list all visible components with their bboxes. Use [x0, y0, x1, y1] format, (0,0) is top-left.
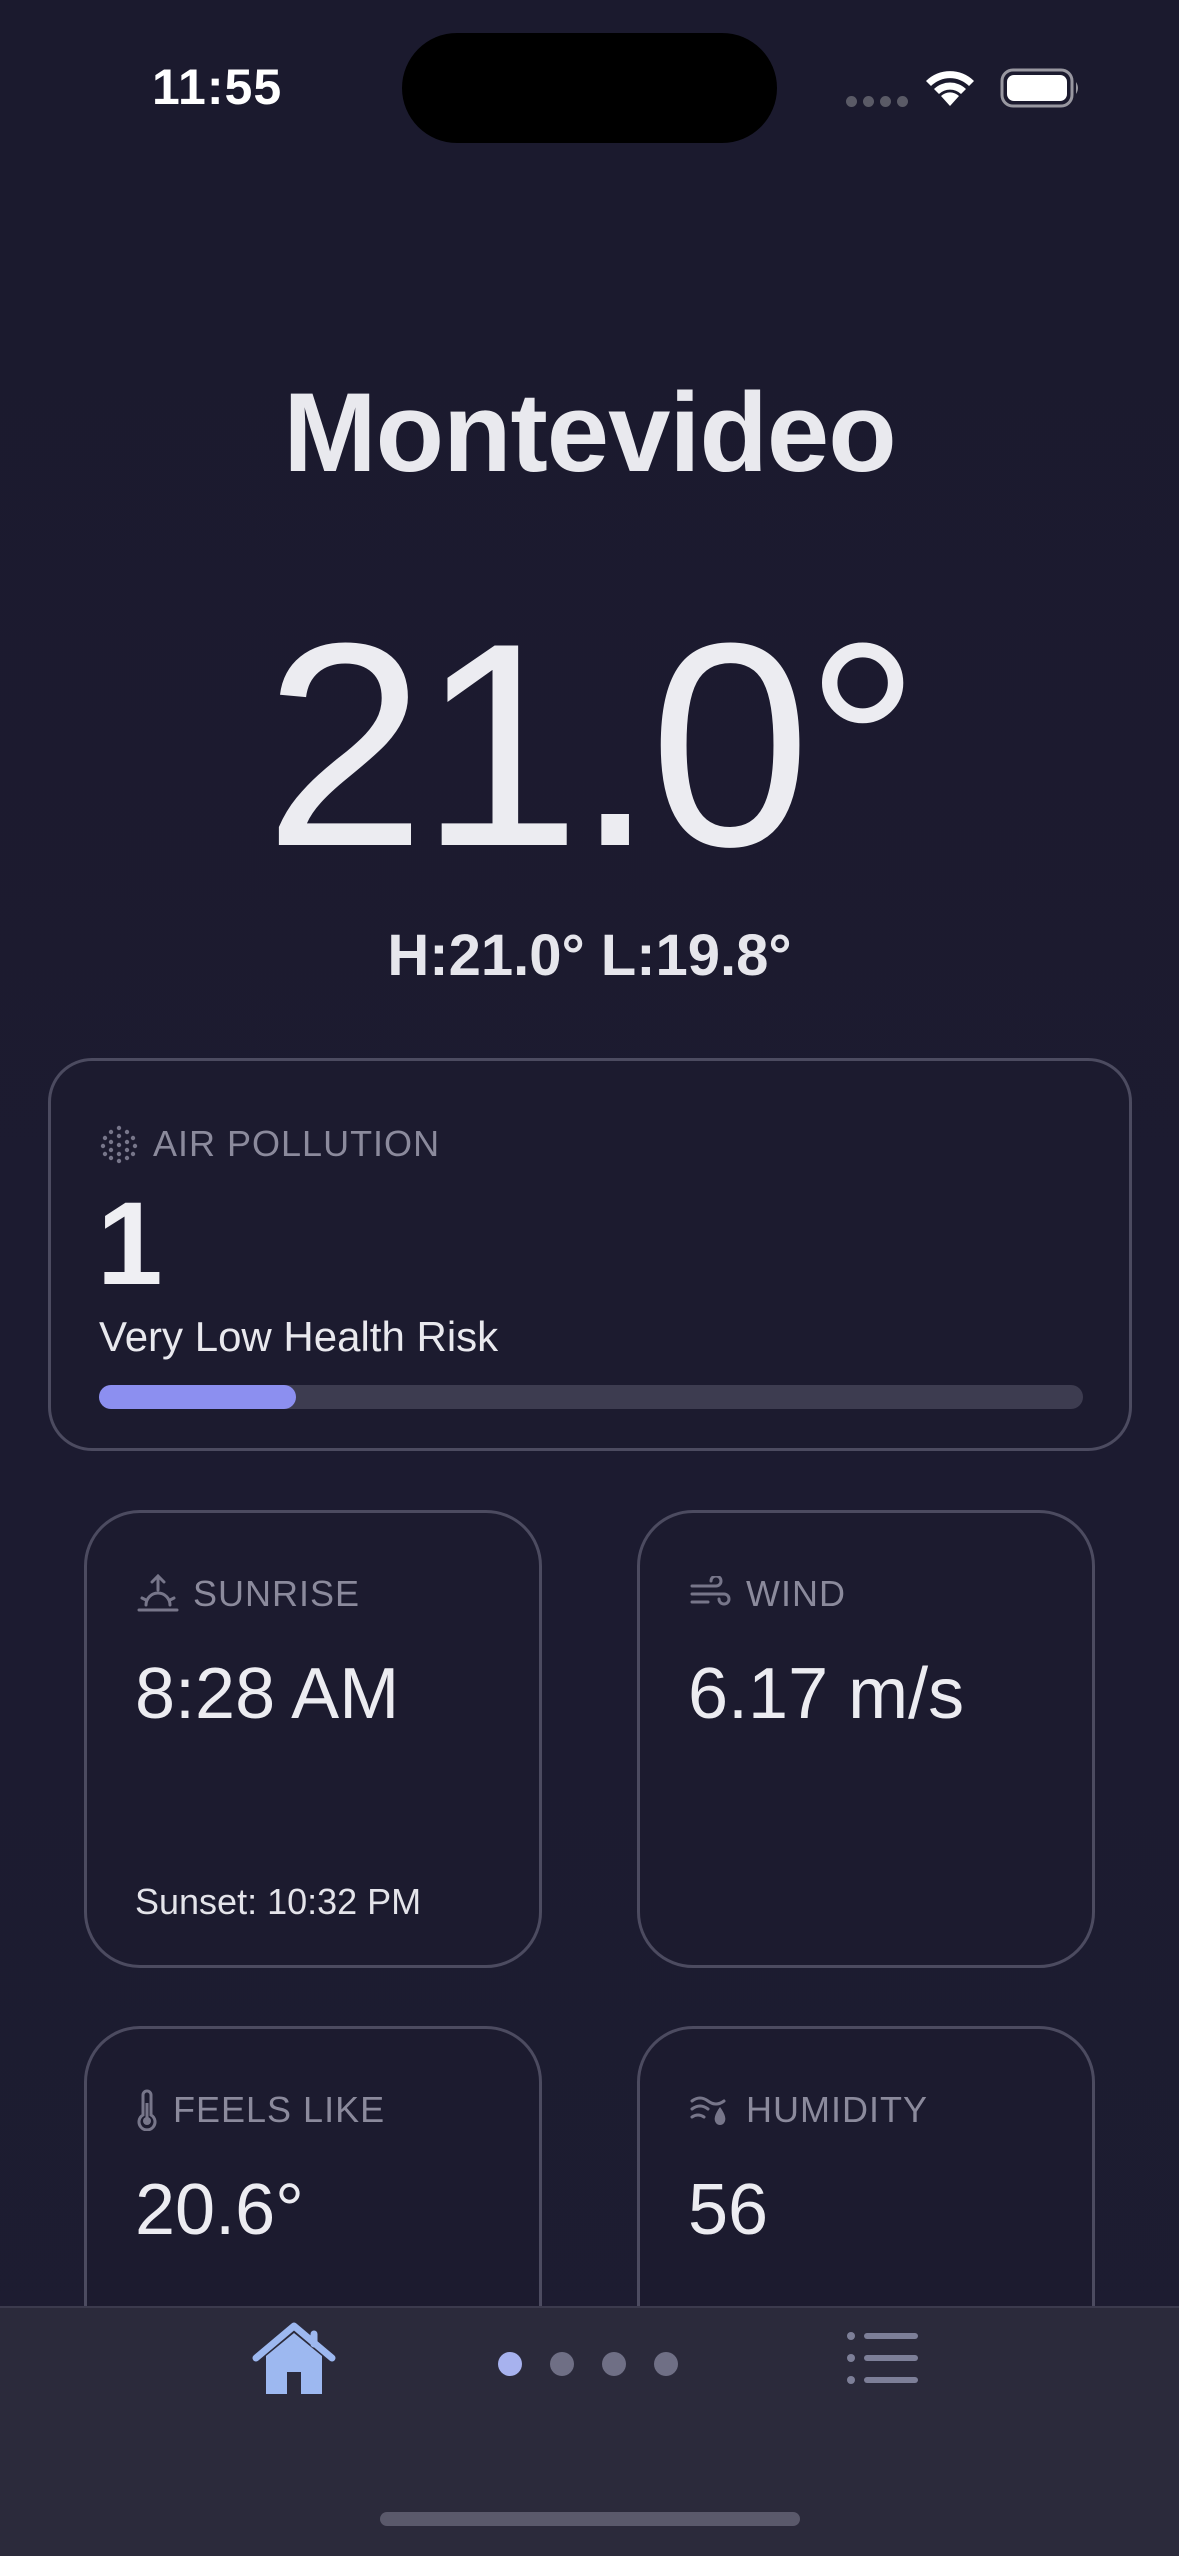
humidity-icon: [690, 2096, 726, 2125]
page-dot[interactable]: [654, 2352, 678, 2376]
wind-header: WIND: [690, 1573, 846, 1615]
sunrise-time: 8:28 AM: [135, 1654, 400, 1734]
current-temperature: 21.0°: [264, 583, 920, 907]
page-dot[interactable]: [498, 2352, 522, 2376]
feels-like-header: FEELS LIKE: [135, 2089, 385, 2131]
wind-icon: [690, 1576, 731, 1606]
wind-speed: 6.17 m/s: [688, 1654, 965, 1734]
status-time: 11:55: [152, 59, 283, 115]
air-pollution-header: AIR POLLUTION: [99, 1123, 440, 1165]
feels-like-value: 20.6°: [135, 2170, 304, 2250]
sunrise-card[interactable]: SUNRISE 8:28 AM Sunset: 10:32 PM: [84, 1510, 542, 1968]
wind-label: WIND: [746, 1573, 846, 1614]
cellular-signal-icon: [846, 96, 908, 107]
home-icon[interactable]: [250, 2320, 338, 2400]
air-pollution-bar-fill: [99, 1385, 296, 1409]
home-indicator: [380, 2512, 800, 2526]
city-name: Montevideo: [283, 370, 896, 495]
battery-icon: [1000, 68, 1078, 108]
page-dot[interactable]: [602, 2352, 626, 2376]
humidity-header: HUMIDITY: [690, 2089, 928, 2131]
air-pollution-value: 1: [97, 1178, 163, 1310]
air-pollution-card[interactable]: AIR POLLUTION 1 Very Low Health Risk: [48, 1058, 1132, 1451]
page-dot[interactable]: [550, 2352, 574, 2376]
feels-like-label: FEELS LIKE: [173, 2089, 386, 2130]
wind-card[interactable]: WIND 6.17 m/s: [637, 1510, 1095, 1968]
air-pollution-label: AIR POLLUTION: [153, 1123, 441, 1164]
list-icon[interactable]: [846, 2330, 918, 2386]
air-pollution-bar: [99, 1385, 1083, 1409]
humidity-label: HUMIDITY: [746, 2089, 928, 2130]
sunrise-label: SUNRISE: [193, 1573, 361, 1614]
page-indicator[interactable]: [498, 2352, 678, 2376]
sunrise-icon: [137, 1574, 179, 1612]
sunset-time: Sunset: 10:32 PM: [135, 1881, 422, 1922]
dynamic-island: [402, 33, 777, 143]
weather-screen: 11:55 Montevideo 21.0° H:21.0° L:19.8° A…: [0, 0, 1179, 2556]
high-low-temperature: H:21.0° L:19.8°: [387, 923, 792, 988]
air-pollution-description: Very Low Health Risk: [99, 1313, 499, 1360]
wifi-icon: [926, 71, 974, 106]
sunrise-header: SUNRISE: [137, 1573, 360, 1615]
thermometer-icon: [137, 2089, 157, 2131]
air-particles-icon: [100, 1125, 138, 1164]
humidity-value: 56: [688, 2170, 769, 2250]
